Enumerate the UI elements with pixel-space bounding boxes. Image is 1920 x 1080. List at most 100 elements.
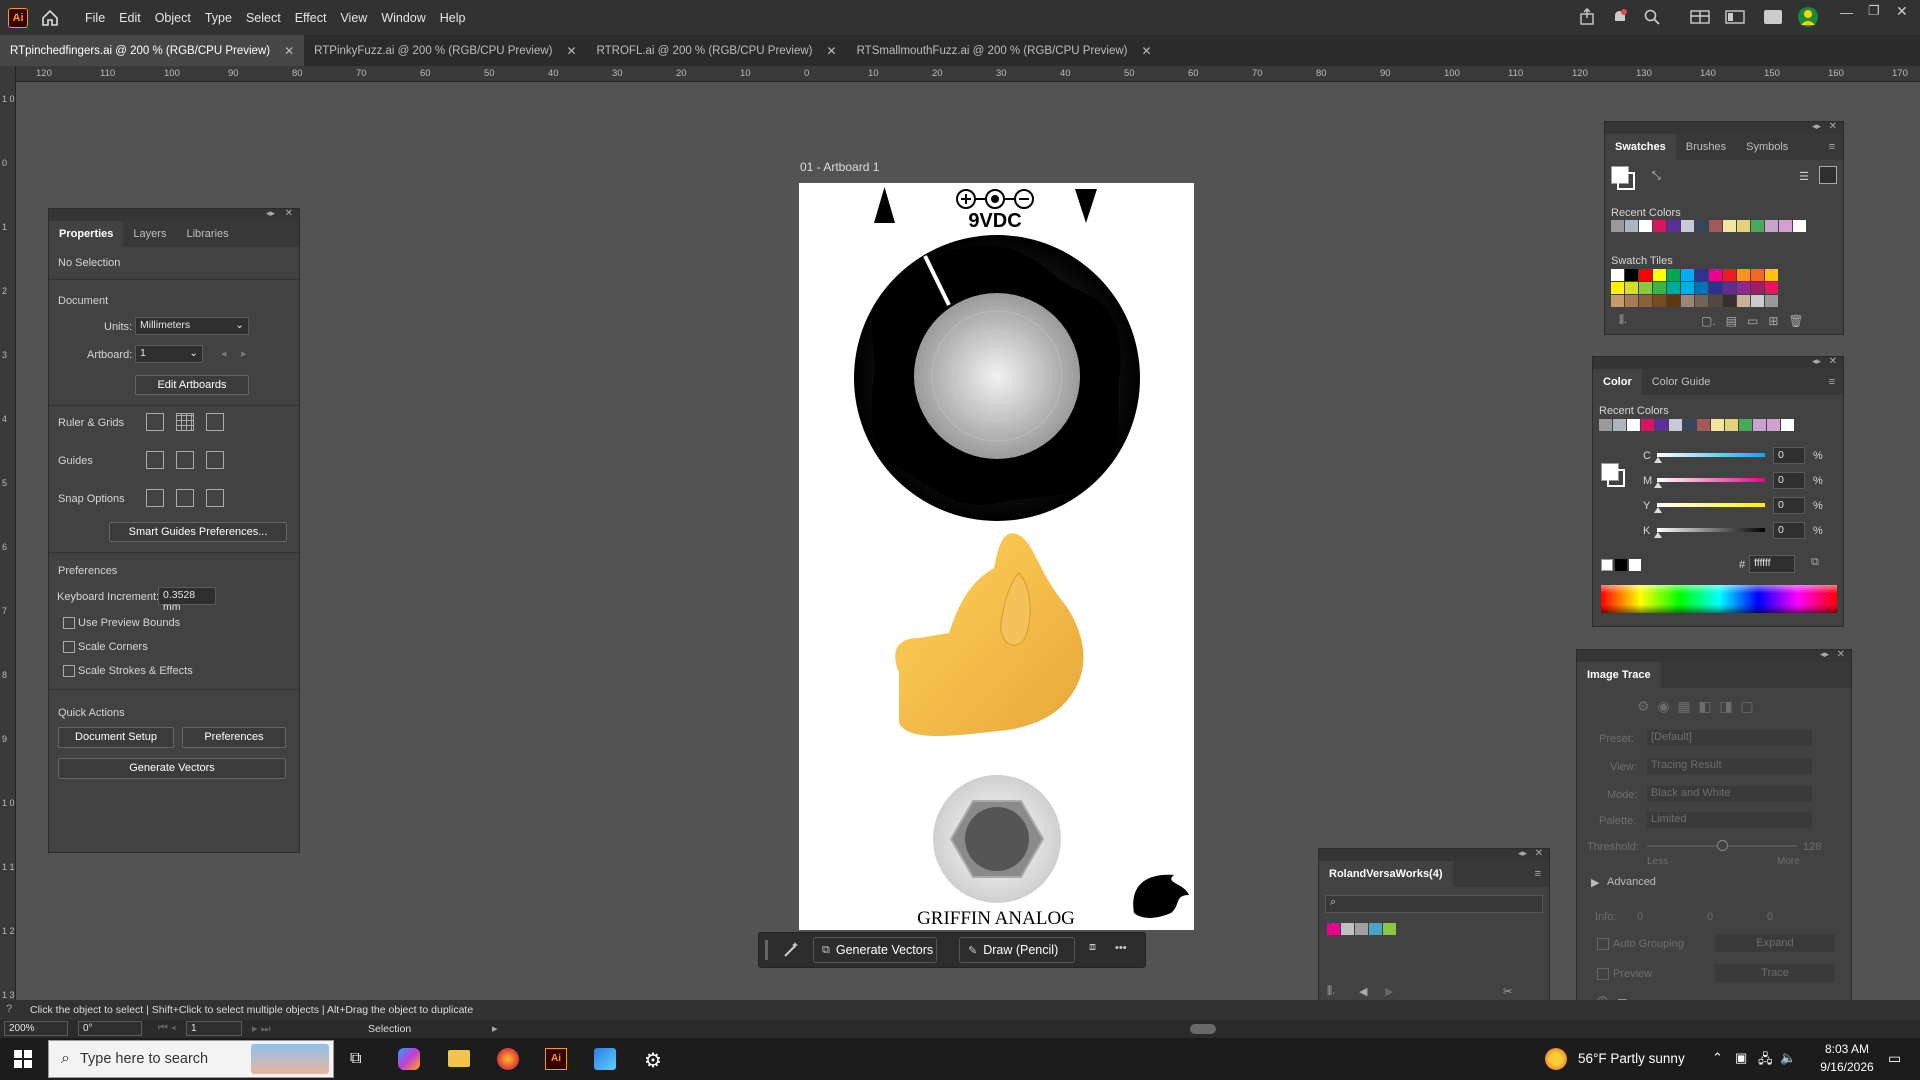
channel-slider[interactable]	[1657, 503, 1765, 507]
close-tab-icon[interactable]: ✕	[566, 44, 576, 58]
last-artboard-icon[interactable]: ▸ ⏭	[252, 1022, 270, 1036]
threshold-slider-thumb[interactable]	[1717, 840, 1728, 851]
close-tab-icon[interactable]: ✕	[1142, 44, 1152, 58]
units-dropdown[interactable]: Millimeters ⌄	[135, 317, 249, 335]
scale-corners-checkbox[interactable]	[63, 641, 75, 653]
close-window-icon[interactable]: ✕	[1896, 3, 1908, 20]
snap-to-grid-icon[interactable]	[176, 489, 194, 507]
smart-guides-preferences-button[interactable]: Smart Guides Preferences...	[109, 522, 287, 542]
tab-symbols[interactable]: Symbols	[1736, 141, 1798, 153]
collapse-panel-icon[interactable]: ◂▸	[1812, 121, 1821, 132]
color-spectrum[interactable]	[1601, 585, 1837, 613]
taskbar-search-box[interactable]: ⌕ Type here to search	[48, 1040, 334, 1078]
roland-color-swatch[interactable]	[1369, 923, 1382, 935]
tray-app-icon[interactable]: ▣	[1735, 1050, 1747, 1066]
mode-dropdown[interactable]: Black and White	[1647, 786, 1812, 802]
tools-icon[interactable]: ✂	[1503, 985, 1512, 998]
swatch-options-icon[interactable]: ⤡	[1652, 170, 1661, 183]
artboard-dropdown[interactable]: 1 ⌄	[135, 345, 203, 363]
edit-artboards-button[interactable]: Edit Artboards	[135, 375, 249, 395]
user-avatar-icon[interactable]	[1797, 6, 1819, 28]
recent-color-swatch[interactable]	[1625, 220, 1638, 232]
next-library-icon[interactable]: ▶	[1385, 985, 1393, 998]
menu-select[interactable]: Select	[239, 11, 288, 25]
volume-icon[interactable]: 🔈	[1780, 1050, 1796, 1066]
menu-window[interactable]: Window	[374, 11, 432, 25]
notification-center-icon[interactable]: ▭	[1888, 1050, 1901, 1067]
workspace-switcher-icon[interactable]	[1725, 9, 1745, 25]
arrange-documents-icon[interactable]	[1690, 9, 1710, 25]
horizontal-scrollbar-thumb[interactable]	[1190, 1024, 1216, 1034]
recent-color-swatch[interactable]	[1641, 419, 1654, 431]
recent-color-swatch[interactable]	[1753, 419, 1766, 431]
tab-image-trace[interactable]: Image Trace	[1577, 662, 1661, 688]
recent-color-swatch[interactable]	[1765, 220, 1778, 232]
collapse-panel-icon[interactable]: ◂▸	[1820, 649, 1829, 660]
weather-text[interactable]: 56°F Partly sunny	[1578, 1051, 1685, 1066]
swatch-search-input[interactable]: ⌕	[1325, 895, 1543, 913]
recent-color-swatch[interactable]	[1639, 220, 1652, 232]
channel-slider[interactable]	[1657, 528, 1765, 532]
color-swatch[interactable]	[1667, 295, 1680, 307]
firefox-icon[interactable]	[497, 1048, 519, 1070]
channel-value-input[interactable]: 0	[1773, 522, 1805, 539]
tab-properties[interactable]: Properties	[49, 221, 124, 247]
tab-roland-versaworks[interactable]: RolandVersaWorks(4)	[1319, 861, 1453, 887]
color-swatch[interactable]	[1681, 295, 1694, 307]
scale-strokes-checkbox[interactable]	[63, 665, 75, 677]
network-icon[interactable]: 🖧	[1758, 1050, 1773, 1072]
trace-button[interactable]: Trace	[1715, 964, 1835, 982]
tab-rtsmallmouthfuzz[interactable]: RTSmallmouthFuzz.ai @ 200 % (RGB/CPU Pre…	[847, 35, 1162, 66]
recent-color-swatch[interactable]	[1739, 419, 1752, 431]
color-swatch[interactable]	[1751, 295, 1764, 307]
color-swatch[interactable]	[1653, 269, 1666, 281]
recent-color-swatch[interactable]	[1667, 220, 1680, 232]
preview-checkbox[interactable]	[1597, 968, 1609, 980]
recent-color-swatch[interactable]	[1599, 419, 1612, 431]
color-swatch[interactable]	[1695, 295, 1708, 307]
color-swatch[interactable]	[1723, 295, 1736, 307]
artboard[interactable]: 9VDC GRIFFIN ANALOG	[799, 183, 1194, 930]
white-color-icon[interactable]	[1629, 559, 1641, 571]
color-swatch[interactable]	[1611, 295, 1624, 307]
menu-effect[interactable]: Effect	[288, 11, 334, 25]
color-swatch[interactable]	[1639, 269, 1652, 281]
close-tab-icon[interactable]: ✕	[284, 44, 294, 58]
clock-date[interactable]: 9/16/2026	[1812, 1060, 1882, 1074]
stroke-swatch[interactable]	[1617, 172, 1635, 190]
channel-slider[interactable]	[1657, 478, 1765, 482]
color-swatch[interactable]	[1737, 282, 1750, 294]
channel-value-input[interactable]: 0	[1773, 472, 1805, 489]
color-swatch[interactable]	[1751, 282, 1764, 294]
tray-overflow-icon[interactable]: ⌃	[1712, 1050, 1723, 1066]
view-dropdown[interactable]: Tracing Result	[1647, 758, 1812, 774]
recent-color-swatch[interactable]	[1653, 220, 1666, 232]
trace-presets-icons[interactable]: ⚙ ◉ ▦ ◧ ◨ ▢	[1637, 698, 1754, 715]
show-guides-icon[interactable]	[146, 451, 164, 469]
recent-color-swatch[interactable]	[1613, 419, 1626, 431]
grid-view-icon[interactable]	[1819, 166, 1837, 184]
channel-value-input[interactable]: 0	[1773, 447, 1805, 464]
recent-color-swatch[interactable]	[1683, 419, 1696, 431]
expand-button[interactable]: Expand	[1715, 934, 1835, 952]
color-swatch[interactable]	[1709, 295, 1722, 307]
color-swatch[interactable]	[1667, 282, 1680, 294]
help-icon[interactable]: ?	[6, 1003, 12, 1015]
color-swatch[interactable]	[1625, 295, 1638, 307]
artboard-number-dropdown[interactable]: 1	[186, 1021, 242, 1036]
recent-color-swatch[interactable]	[1779, 220, 1792, 232]
search-icon[interactable]	[1643, 8, 1661, 26]
menu-view[interactable]: View	[333, 11, 374, 25]
color-swatch[interactable]	[1709, 269, 1722, 281]
color-swatch[interactable]	[1653, 282, 1666, 294]
stroke-color-box[interactable]	[1607, 469, 1625, 487]
advanced-label[interactable]: Advanced	[1607, 876, 1656, 888]
color-swatch[interactable]	[1639, 282, 1652, 294]
auto-grouping-checkbox[interactable]	[1597, 938, 1609, 950]
collapse-panel-icon[interactable]: ◂▸	[1812, 356, 1821, 367]
lock-guides-icon[interactable]	[176, 451, 194, 469]
keyboard-increment-input[interactable]: 0.3528 mm	[158, 587, 216, 613]
recent-color-swatch[interactable]	[1611, 220, 1624, 232]
first-artboard-icon[interactable]: ⏮ ◂	[158, 1022, 176, 1035]
recent-color-swatch[interactable]	[1711, 419, 1724, 431]
